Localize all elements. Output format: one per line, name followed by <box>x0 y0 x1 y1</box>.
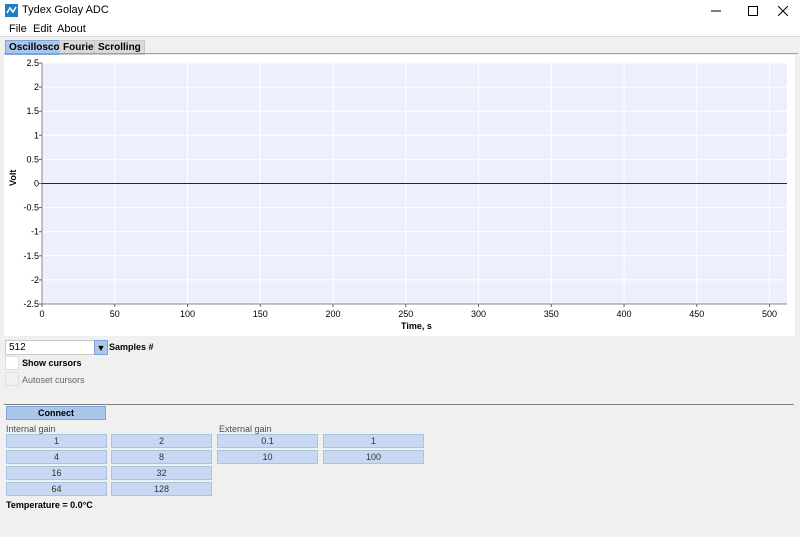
temperature-readout: Temperature = 0.0°C <box>6 500 93 510</box>
menu-bar: File Edit About <box>0 21 800 36</box>
y-tick-label: -1.5 <box>23 251 39 261</box>
y-tick-label: 0 <box>34 179 39 189</box>
plot-panel: 0 50 100 150 200 250 300 350 400 450 500 2.5 2 1.5 1 0.… <box>4 55 795 336</box>
maximize-icon <box>748 5 758 16</box>
menu-file[interactable]: File <box>9 23 27 35</box>
x-tick-label: 350 <box>544 309 559 319</box>
menu-about[interactable]: About <box>57 23 86 35</box>
internal-gain-button[interactable]: 4 <box>6 450 107 464</box>
maximize-button[interactable] <box>736 0 770 21</box>
y-tick-label: -1 <box>31 227 39 237</box>
close-icon <box>778 5 788 16</box>
x-tick-label: 250 <box>398 309 413 319</box>
minimize-icon <box>711 10 721 11</box>
connect-button[interactable]: Connect <box>6 406 106 420</box>
internal-gain-button[interactable]: 8 <box>111 450 212 464</box>
x-tick-label: 200 <box>326 309 341 319</box>
y-tick-label: 0.5 <box>26 154 39 164</box>
menu-divider <box>0 36 800 37</box>
internal-gain-label: Internal gain <box>6 424 56 434</box>
external-gain-button[interactable]: 1 <box>323 434 424 448</box>
internal-gain-button[interactable]: 16 <box>6 466 107 480</box>
autoset-cursors-checkbox[interactable] <box>5 372 19 386</box>
window-title: Tydex Golay ADC <box>22 4 109 16</box>
external-gain-button[interactable]: 10 <box>217 450 318 464</box>
external-gain-label: External gain <box>219 424 272 434</box>
x-tick-label: 300 <box>471 309 486 319</box>
y-tick-label: 2 <box>34 82 39 92</box>
y-tick-label: 1.5 <box>26 106 39 116</box>
x-tick-label: 500 <box>762 309 777 319</box>
show-cursors-label: Show cursors <box>22 358 82 368</box>
minimize-button[interactable] <box>699 0 733 21</box>
x-tick-label: 0 <box>39 309 44 319</box>
internal-gain-button[interactable]: 32 <box>111 466 212 480</box>
y-tick-label: 2.5 <box>26 58 39 68</box>
close-button[interactable] <box>766 0 800 21</box>
x-tick-label: 450 <box>689 309 704 319</box>
dropdown-arrow-icon[interactable]: ▼ <box>94 340 108 355</box>
y-tick-label: 1 <box>34 130 39 140</box>
x-tick-label: 400 <box>617 309 632 319</box>
y-tick-label: -2 <box>31 275 39 285</box>
internal-gain-button[interactable]: 1 <box>6 434 107 448</box>
x-tick-label: 50 <box>110 309 120 319</box>
y-tick-label: -0.5 <box>23 203 39 213</box>
samples-combo[interactable]: 512 ▼ <box>5 340 108 355</box>
internal-gain-button[interactable]: 64 <box>6 482 107 496</box>
x-tick-label: 150 <box>253 309 268 319</box>
title-bar: Tydex Golay ADC <box>0 0 800 21</box>
y-tick-label: -2.5 <box>23 299 39 309</box>
x-axis-label: Time, s <box>401 321 432 331</box>
autoset-cursors-label: Autoset cursors <box>22 375 85 385</box>
external-gain-button[interactable]: 100 <box>323 450 424 464</box>
internal-gain-button[interactable]: 128 <box>111 482 212 496</box>
tab-underline <box>4 53 798 54</box>
show-cursors-checkbox[interactable] <box>5 356 19 370</box>
app-icon <box>5 4 18 17</box>
x-tick-label: 100 <box>180 309 195 319</box>
oscilloscope-chart[interactable]: 0 50 100 150 200 250 300 350 400 450 500 2.5 2 1.5 1 0.… <box>4 55 795 336</box>
samples-value: 512 <box>9 342 26 353</box>
menu-edit[interactable]: Edit <box>33 23 52 35</box>
external-gain-button[interactable]: 0.1 <box>217 434 318 448</box>
internal-gain-button[interactable]: 2 <box>111 434 212 448</box>
section-divider <box>4 404 794 405</box>
samples-label: Samples # <box>109 342 154 352</box>
y-axis-label: Volt <box>8 169 18 186</box>
